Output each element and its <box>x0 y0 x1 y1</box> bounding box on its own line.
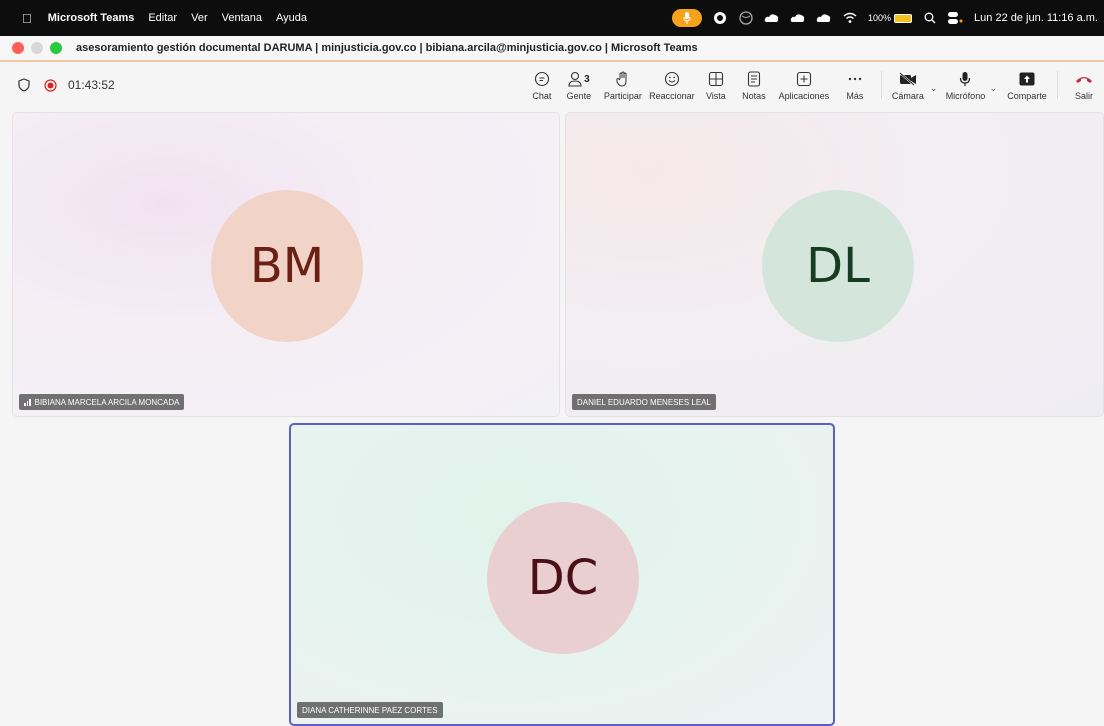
menu-ver[interactable]: Ver <box>191 12 208 24</box>
toolbar-divider <box>880 71 882 99</box>
avatar: DL <box>762 190 914 342</box>
share-button[interactable]: Comparte <box>1003 62 1051 108</box>
window-title-bar: asesoramiento gestión documental DARUMA … <box>0 36 1104 62</box>
camera-off-icon <box>899 69 917 89</box>
mic-options-chevron-icon[interactable]: ⌄ <box>989 77 997 94</box>
battery-icon <box>894 13 913 23</box>
participant-name-tag: BIBIANA MARCELA ARCILA MONCADA <box>19 394 185 410</box>
more-button[interactable]: Más <box>835 62 875 108</box>
meeting-timer: 01:43:52 <box>68 78 115 92</box>
cloud-tray-icon[interactable] <box>764 10 780 26</box>
macos-menu-bar:  Microsoft Teams Editar Ver Ventana Ayu… <box>0 0 1104 36</box>
spotlight-search-icon[interactable] <box>922 10 938 26</box>
participant-tile[interactable]: BM BIBIANA MARCELA ARCILA MONCADA <box>12 112 560 417</box>
menu-ventana[interactable]: Ventana <box>222 12 262 24</box>
participant-tile[interactable]: DL DANIEL EDUARDO MENESES LEAL <box>565 112 1104 417</box>
battery-indicator[interactable]: 100% <box>868 13 913 23</box>
menu-ayuda[interactable]: Ayuda <box>276 12 307 24</box>
chat-button[interactable]: Chat <box>525 62 559 108</box>
participant-name: BIBIANA MARCELA ARCILA MONCADA <box>34 397 180 407</box>
smiley-icon <box>664 69 680 89</box>
mic-label: Micrófono <box>945 91 986 101</box>
add-app-icon <box>796 69 812 89</box>
avatar: BM <box>211 190 363 342</box>
notes-button[interactable]: Notas <box>735 62 773 108</box>
hang-up-icon <box>1075 69 1093 89</box>
react-label: Reaccionar <box>649 91 695 101</box>
people-count: 3 <box>584 73 590 85</box>
chat-tray-icon[interactable] <box>712 10 728 26</box>
window-title: asesoramiento gestión documental DARUMA … <box>76 42 698 54</box>
control-center-icon[interactable] <box>948 10 964 26</box>
raise-hand-button[interactable]: Participar <box>599 62 647 108</box>
chat-label: Chat <box>532 91 552 101</box>
more-label: Más <box>846 91 864 101</box>
share-screen-icon <box>1019 69 1035 89</box>
close-window-button[interactable] <box>12 42 24 54</box>
participant-name: DIANA CATHERINNE PAEZ CORTES <box>302 705 438 715</box>
raise-hand-label: Participar <box>603 91 642 101</box>
view-button[interactable]: Vista <box>697 62 735 108</box>
meeting-toolbar: 01:43:52 Chat 3 Gente Participar Reaccio… <box>0 62 1104 108</box>
chat-icon <box>534 69 550 89</box>
cloud-tray-icon[interactable] <box>816 10 832 26</box>
globe-tray-icon[interactable] <box>738 10 754 26</box>
cloud-tray-icon[interactable] <box>790 10 806 26</box>
apps-label: Aplicaciones <box>778 91 830 101</box>
participant-name-tag: DANIEL EDUARDO MENESES LEAL <box>572 394 716 410</box>
minimize-window-button[interactable] <box>31 42 43 54</box>
share-label: Comparte <box>1007 91 1047 101</box>
app-menu[interactable]: Microsoft Teams <box>48 12 135 24</box>
react-button[interactable]: Reaccionar <box>647 62 697 108</box>
microphone-icon <box>959 69 971 89</box>
zoom-window-button[interactable] <box>50 42 62 54</box>
menu-editar[interactable]: Editar <box>148 12 177 24</box>
mic-button[interactable]: Micrófono <box>943 62 987 108</box>
leave-button[interactable]: Salir <box>1064 62 1104 108</box>
view-label: Vista <box>705 91 726 101</box>
avatar: DC <box>487 502 639 654</box>
clock[interactable]: Lun 22 de jun. 11:16 a.m. <box>974 12 1098 24</box>
participant-name-tag: DIANA CATHERINNE PAEZ CORTES <box>297 702 443 718</box>
toolbar-divider <box>1057 71 1058 99</box>
participant-tile-active-speaker[interactable]: DC DIANA CATHERINNE PAEZ CORTES <box>289 423 835 726</box>
mic-in-use-icon[interactable] <box>672 9 703 27</box>
more-dots-icon <box>847 69 863 89</box>
battery-percent: 100% <box>868 13 892 23</box>
leave-label: Salir <box>1074 91 1093 101</box>
grid-view-icon <box>708 69 724 89</box>
shield-icon[interactable] <box>18 78 30 92</box>
recording-icon <box>44 78 57 92</box>
people-button[interactable]: 3 Gente <box>559 62 599 108</box>
apple-menu-icon[interactable]:  <box>22 11 32 26</box>
wifi-icon[interactable] <box>842 10 858 26</box>
people-label: Gente <box>566 91 592 101</box>
participant-name: DANIEL EDUARDO MENESES LEAL <box>577 397 711 407</box>
camera-label: Cámara <box>891 91 924 101</box>
notes-icon <box>747 69 761 89</box>
camera-button[interactable]: Cámara <box>888 62 928 108</box>
camera-options-chevron-icon[interactable]: ⌄ <box>930 77 938 94</box>
people-icon: 3 <box>568 69 590 89</box>
notes-label: Notas <box>742 91 766 101</box>
apps-button[interactable]: Aplicaciones <box>773 62 835 108</box>
raise-hand-icon <box>615 69 631 89</box>
signal-strength-icon <box>24 398 31 406</box>
